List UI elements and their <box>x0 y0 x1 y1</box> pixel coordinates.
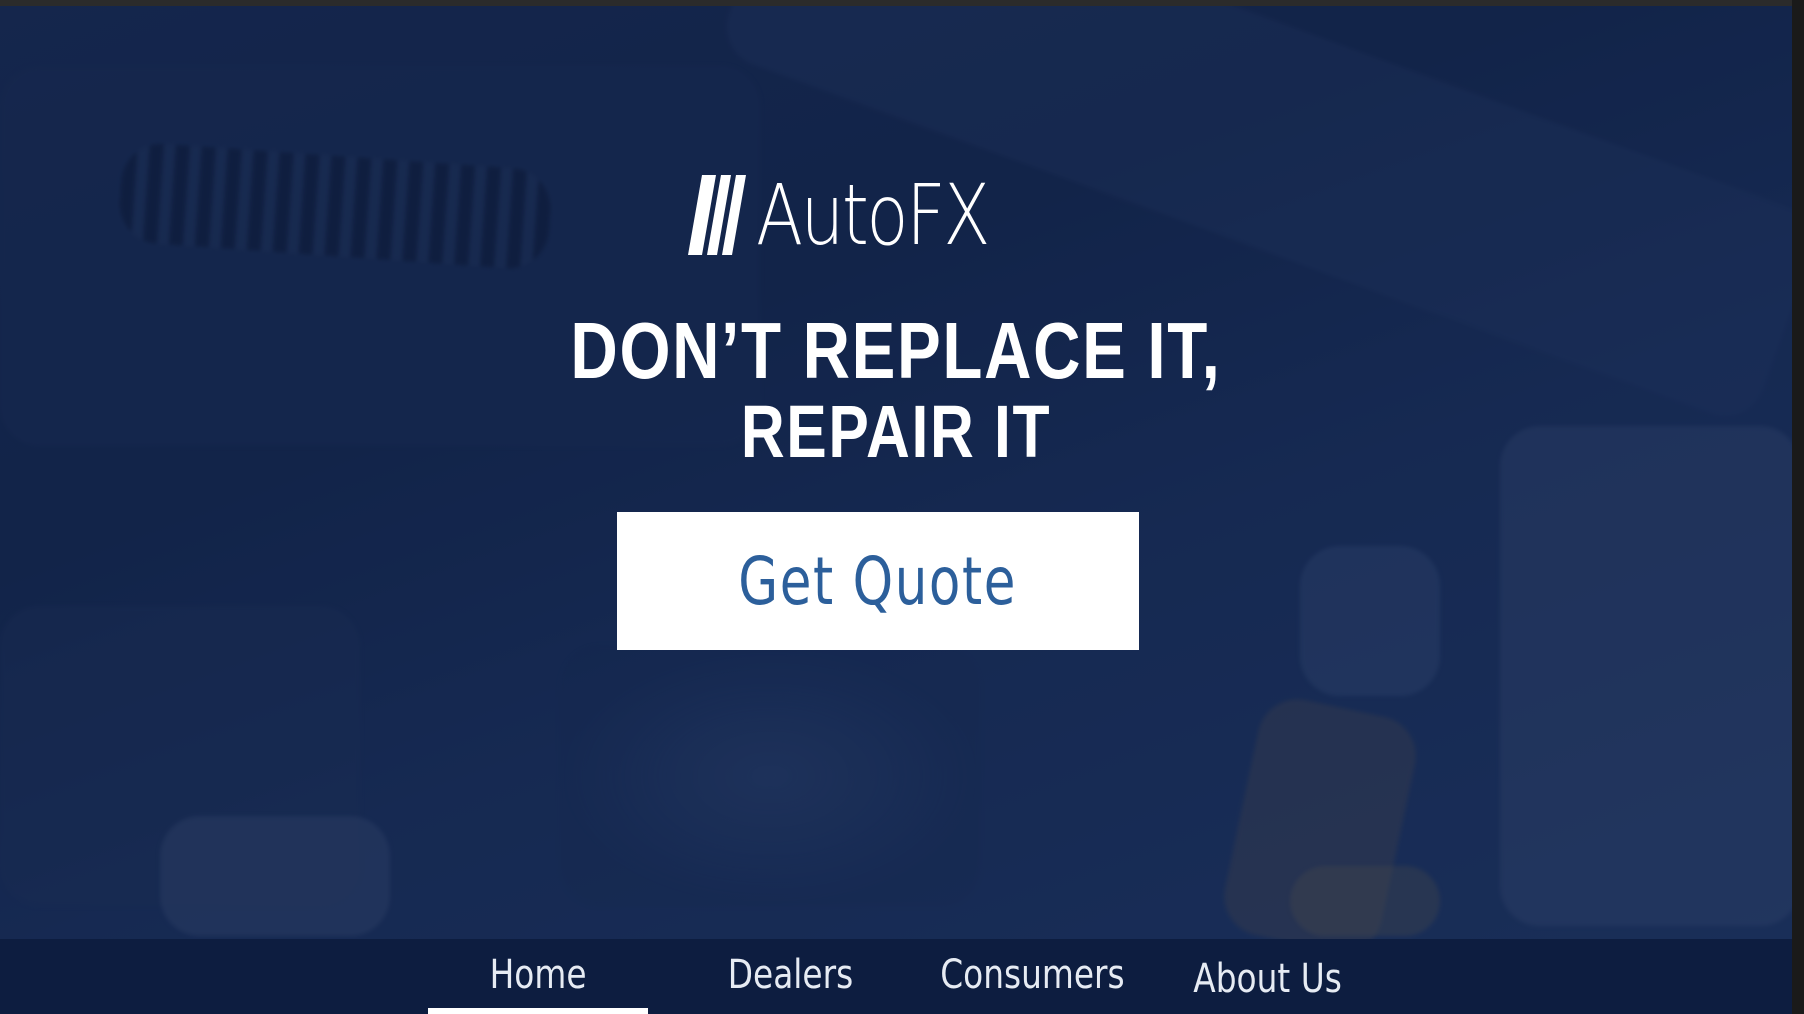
bottom-navigation: Home Dealers Consumers About Us <box>0 939 1792 1014</box>
get-quote-button[interactable]: Get Quote <box>617 512 1139 650</box>
hero-banner: AutoFX DON’T REPLACE IT, REPAIR IT Get Q… <box>0 6 1792 939</box>
brand-name: AutoFX <box>756 166 990 264</box>
get-quote-label: Get Quote <box>738 542 1018 620</box>
nav-item-home[interactable]: Home <box>428 939 648 1014</box>
hero-headline-line-1: DON’T REPLACE IT, <box>570 306 1222 395</box>
nav-item-about-us[interactable]: About Us <box>1175 943 1360 1014</box>
nav-item-consumers[interactable]: Consumers <box>920 939 1145 1014</box>
nav-item-dealers[interactable]: Dealers <box>700 939 880 1014</box>
brand-logo[interactable]: AutoFX <box>688 172 1039 258</box>
window-right-border <box>1792 0 1804 1014</box>
slash-stripes-icon <box>688 175 746 255</box>
hero-headline-line-2: REPAIR IT <box>740 390 1052 473</box>
